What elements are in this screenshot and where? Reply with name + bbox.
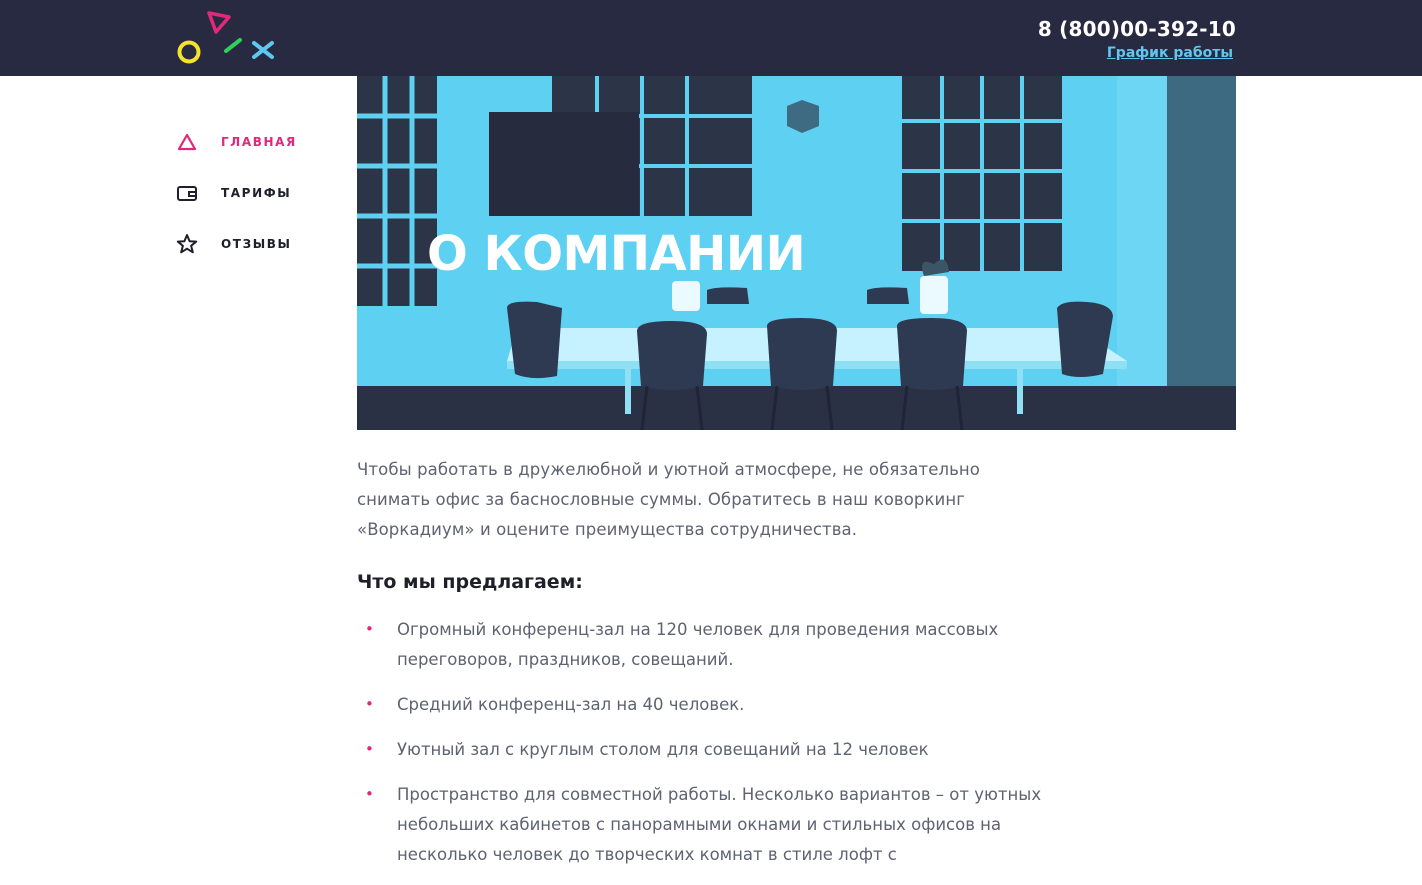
hero-banner: О КОМПАНИИ xyxy=(357,76,1236,430)
site-header: 8 (800)00-392-10 График работы xyxy=(0,0,1422,76)
offers-list: • Огромный конференц-зал на 120 человек … xyxy=(357,615,1057,870)
offer-text: Средний конференц-зал на 40 человек. xyxy=(397,695,745,714)
offer-text: Огромный конференц-зал на 120 человек дл… xyxy=(397,620,999,669)
bullet-icon: • xyxy=(365,740,374,758)
triangle-icon xyxy=(174,129,200,155)
nav-item-home[interactable]: ГЛАВНАЯ xyxy=(174,116,344,167)
about-content: Чтобы работать в дружелюбной и уютной ат… xyxy=(357,455,1057,885)
page-title: О КОМПАНИИ xyxy=(427,226,806,282)
offer-text: Пространство для совместной работы. Неск… xyxy=(397,785,1042,864)
nav-item-label: ТАРИФЫ xyxy=(221,185,292,200)
list-item: • Средний конференц-зал на 40 человек. xyxy=(357,690,1057,720)
bullet-icon: • xyxy=(365,695,374,713)
nav-item-label: ОТЗЫВЫ xyxy=(221,236,292,251)
list-item: • Пространство для совместной работы. Не… xyxy=(357,780,1057,870)
list-item: • Уютный зал с круглым столом для совеща… xyxy=(357,735,1057,765)
intro-paragraph: Чтобы работать в дружелюбной и уютной ат… xyxy=(357,460,980,539)
offers-heading: Что мы предлагаем: xyxy=(357,571,583,593)
star-icon xyxy=(174,231,200,257)
nav-item-label: ГЛАВНАЯ xyxy=(221,134,297,149)
nav-item-tariffs[interactable]: ТАРИФЫ xyxy=(174,167,344,218)
bullet-icon: • xyxy=(365,785,374,803)
list-item: • Огромный конференц-зал на 120 человек … xyxy=(357,615,1057,675)
phone-number[interactable]: 8 (800)00-392-10 xyxy=(1038,17,1236,41)
offer-text: Уютный зал с круглым столом для совещани… xyxy=(397,740,929,759)
bullet-icon: • xyxy=(365,620,374,638)
schedule-link[interactable]: График работы xyxy=(1107,45,1233,61)
nav-item-reviews[interactable]: ОТЗЫВЫ xyxy=(174,218,344,269)
oix-shapes-logo-icon[interactable] xyxy=(170,8,282,68)
sidebar-nav: ГЛАВНАЯ ТАРИФЫ ОТЗЫВЫ xyxy=(174,116,344,269)
wallet-icon xyxy=(174,180,200,206)
